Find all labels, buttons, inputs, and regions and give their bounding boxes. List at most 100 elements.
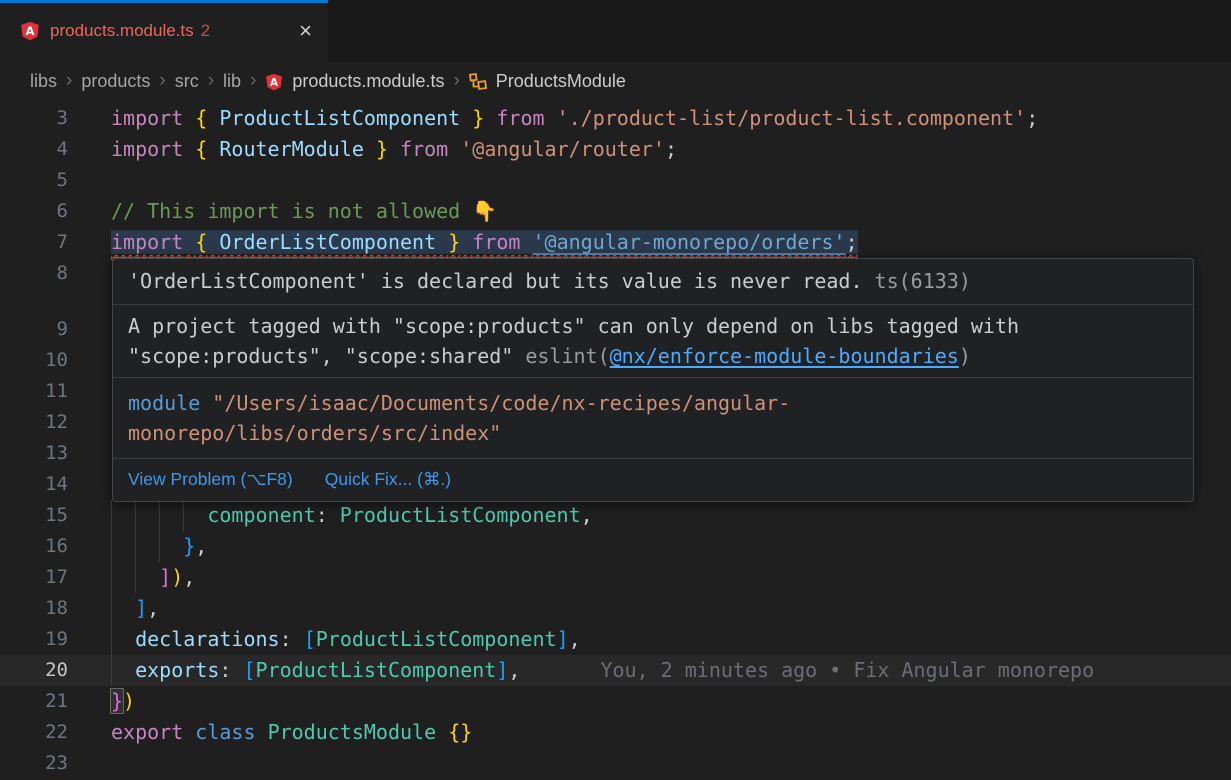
code-line-content: import { OrderListComponent } from '@ang… (111, 230, 858, 254)
line-number[interactable]: 23 (0, 748, 68, 779)
code-line-19[interactable]: 19 declarations: [ProductListComponent], (0, 624, 1231, 655)
tab-products-module[interactable]: A products.module.ts 2 × (0, 0, 328, 62)
code-token: from (496, 106, 544, 130)
tab-bar: A products.module.ts 2 × (0, 0, 1231, 62)
line-number[interactable]: 5 (0, 165, 68, 196)
code-line-content: ], (111, 596, 159, 620)
code-token: , (569, 627, 581, 651)
diagnostic-text-line1: A project tagged with "scope:products" c… (128, 311, 1178, 341)
breadcrumb-item-libs[interactable]: libs (30, 71, 57, 92)
code-line-22[interactable]: 22export class ProductsModule {} (0, 717, 1231, 748)
ts-diagnostic-message: 'OrderListComponent' is declared but its… (113, 259, 1193, 304)
code-line-17[interactable]: 17 ]), (0, 562, 1231, 593)
line-number[interactable]: 12 (0, 407, 68, 438)
code-token: ; (665, 137, 677, 161)
code-line-20[interactable]: 20 exports: [ProductListComponent],You, … (0, 655, 1231, 686)
view-problem-action[interactable]: View Problem (⌥F8) (128, 468, 293, 490)
code-line-6[interactable]: 6 // This import is not allowed 👇 (0, 196, 1231, 227)
line-number[interactable]: 8 (0, 258, 68, 289)
breadcrumb-item-file[interactable]: products.module.ts (292, 71, 444, 92)
code-token: '@angular/router' (460, 137, 665, 161)
code-token: } (111, 689, 123, 713)
code-token: , (147, 596, 159, 620)
line-number[interactable]: 14 (0, 469, 68, 500)
diagnostic-text: "scope:products", "scope:shared" (128, 344, 513, 368)
breadcrumb-item-products[interactable]: products (81, 71, 150, 92)
line-number[interactable]: 11 (0, 376, 68, 407)
indent-guide (111, 500, 112, 531)
eslint-rule-link[interactable]: @nx/enforce-module-boundaries (610, 344, 959, 368)
code-token (207, 106, 219, 130)
code-token (436, 230, 448, 254)
code-token: { (195, 230, 207, 254)
code-token (436, 720, 448, 744)
problem-hover-popup: 'OrderListComponent' is declared but its… (112, 258, 1194, 502)
code-line-3[interactable]: 3import { ProductListComponent } from '.… (0, 103, 1231, 134)
code-token: 👇 (472, 199, 497, 223)
chevron-right-icon: › (453, 70, 459, 92)
code-token: : (219, 658, 243, 682)
line-number[interactable]: 17 (0, 562, 68, 593)
code-token: [ (243, 658, 255, 682)
line-number[interactable]: 9 (0, 314, 68, 345)
code-token: ] (159, 565, 171, 589)
code-token (460, 230, 472, 254)
line-number[interactable]: 22 (0, 717, 68, 748)
code-line-4[interactable]: 4import { RouterModule } from '@angular/… (0, 134, 1231, 165)
code-token (111, 658, 135, 682)
code-token (388, 137, 400, 161)
code-line-15[interactable]: 15 component: ProductListComponent, (0, 500, 1231, 531)
line-number[interactable]: 3 (0, 103, 68, 134)
code-token: from (400, 137, 448, 161)
code-token: import (111, 230, 183, 254)
code-token: ProductsModule (268, 720, 437, 744)
line-number[interactable]: 20 (0, 655, 68, 686)
indent-guide (183, 500, 184, 531)
chevron-right-icon: › (159, 70, 165, 92)
code-line-23[interactable]: 23 (0, 748, 1231, 779)
line-number[interactable]: 7 (0, 227, 68, 258)
code-token: './product-list/product-list.component' (557, 106, 1027, 130)
module-keyword: module (128, 391, 200, 415)
code-line-content: }) (111, 689, 135, 713)
code-token: , (581, 503, 593, 527)
close-icon[interactable]: × (295, 20, 316, 42)
diagnostic-source: eslint( (513, 344, 609, 368)
line-number[interactable]: 18 (0, 593, 68, 624)
code-line-7[interactable]: 7 import { OrderListComponent } from '@an… (0, 227, 1231, 258)
code-token: class (195, 720, 255, 744)
line-number[interactable]: 16 (0, 531, 68, 562)
error-squiggle: import { OrderListComponent } from '@ang… (111, 230, 858, 254)
breadcrumb-item-lib[interactable]: lib (223, 71, 241, 92)
code-line-21[interactable]: 21}) (0, 686, 1231, 717)
chevron-right-icon: › (208, 70, 214, 92)
code-token: ProductListComponent (316, 627, 557, 651)
line-number[interactable]: 13 (0, 438, 68, 469)
line-number[interactable]: 4 (0, 134, 68, 165)
code-line-16[interactable]: 16 }, (0, 531, 1231, 562)
code-line-18[interactable]: 18 ], (0, 593, 1231, 624)
code-token: , (195, 534, 207, 558)
code-line-5[interactable]: 5 (0, 165, 1231, 196)
warning-squiggle: import { OrderListComponent } from '@ang… (111, 230, 858, 254)
breadcrumb-item-src[interactable]: src (175, 71, 199, 92)
indent-guide (111, 531, 112, 562)
code-line-content: // This import is not allowed 👇 (111, 199, 497, 223)
line-number[interactable]: 6 (0, 196, 68, 227)
code-token (460, 106, 472, 130)
code-line-content: ]), (111, 565, 195, 589)
code-token (448, 137, 460, 161)
code-token: component (207, 503, 315, 527)
svg-text:A: A (25, 24, 34, 38)
line-number[interactable]: 15 (0, 500, 68, 531)
line-number[interactable]: 19 (0, 624, 68, 655)
code-token: { (195, 137, 207, 161)
line-number[interactable]: 10 (0, 345, 68, 376)
line-number[interactable]: 21 (0, 686, 68, 717)
code-token (207, 137, 219, 161)
code-token: : (316, 503, 340, 527)
quick-fix-action[interactable]: Quick Fix... (⌘.) (325, 468, 451, 490)
breadcrumb-item-symbol[interactable]: ProductsModule (496, 71, 626, 92)
code-line-content: declarations: [ProductListComponent], (111, 627, 581, 651)
code-token: RouterModule (219, 137, 364, 161)
